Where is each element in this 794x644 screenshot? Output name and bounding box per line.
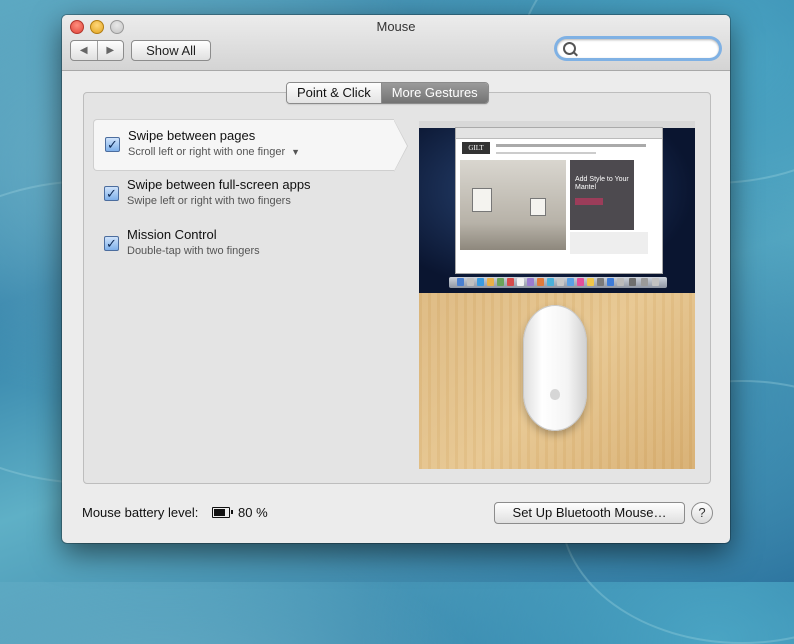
show-all-button[interactable]: Show All	[131, 40, 211, 61]
search-field[interactable]	[557, 39, 719, 58]
gesture-option-dropdown[interactable]: Scroll left or right with one finger ▼	[128, 146, 300, 158]
dock-icon	[597, 278, 604, 286]
preview-ad-headline: Add Style to Your Mantel	[575, 176, 629, 191]
preview-frame	[530, 198, 546, 216]
window-title: Mouse	[376, 19, 416, 34]
dock-icon	[577, 278, 584, 286]
dock-icon	[607, 278, 614, 286]
preview-frame	[472, 188, 492, 212]
dock-icon	[477, 278, 484, 286]
gesture-subtitle: Swipe left or right with two fingers	[127, 195, 291, 207]
apple-logo-icon	[550, 389, 560, 400]
chevron-right-icon: ▶	[106, 45, 115, 56]
dock-icon	[467, 278, 474, 286]
checkmark-icon: ✓	[106, 236, 117, 251]
dock-icon	[652, 278, 659, 286]
gesture-title: Swipe between full-screen apps	[127, 177, 311, 192]
gesture-preview-video: GILT Add Style to Your Mantel	[419, 121, 695, 469]
gesture-title: Swipe between pages	[128, 128, 256, 143]
dock-icon	[537, 278, 544, 286]
dock-icon	[457, 278, 464, 286]
battery-tip	[231, 510, 233, 514]
swipe-pages-checkbox[interactable]: ✓	[105, 137, 120, 152]
preview-dock	[449, 277, 667, 288]
tab-point-and-click[interactable]: Point & Click	[287, 83, 381, 103]
magic-mouse-image	[523, 305, 587, 431]
dock-icon	[629, 278, 636, 286]
mouse-preferences-window: Mouse ◀ ▶ Show All Point & Click More Ge…	[62, 15, 730, 543]
gesture-swipe-full-screen-apps[interactable]: ✓ Swipe between full-screen apps Swipe l…	[93, 169, 393, 219]
gesture-subtitle: Double-tap with two fingers	[127, 245, 260, 257]
preview-ad-panel: Add Style to Your Mantel	[570, 160, 634, 230]
tab-bar: Point & Click More Gestures	[286, 82, 489, 104]
preview-browser-window: GILT Add Style to Your Mantel	[455, 127, 663, 274]
dock-icon	[641, 278, 648, 286]
battery-level-label: Mouse battery level:	[82, 505, 199, 520]
search-icon	[563, 42, 576, 55]
dock-icon	[617, 278, 624, 286]
dock-icon	[557, 278, 564, 286]
gesture-title: Mission Control	[127, 227, 217, 242]
dock-icon	[567, 278, 574, 286]
dock-icon	[497, 278, 504, 286]
chevron-left-icon: ◀	[79, 45, 88, 56]
preview-hero-photo	[460, 160, 566, 250]
forward-button[interactable]: ▶	[96, 41, 124, 60]
preview-site-nav	[496, 144, 646, 147]
back-forward-group: ◀ ▶	[70, 40, 124, 61]
set-up-bluetooth-mouse-button[interactable]: Set Up Bluetooth Mouse…	[494, 502, 685, 524]
mission-control-checkbox[interactable]: ✓	[104, 236, 119, 251]
gesture-subtitle: Scroll left or right with one finger	[128, 146, 286, 158]
checkmark-icon: ✓	[107, 137, 118, 152]
gesture-swipe-between-pages[interactable]: ✓ Swipe between pages Scroll left or rig…	[93, 119, 408, 172]
back-button[interactable]: ◀	[71, 41, 97, 60]
preview-desktop: GILT Add Style to Your Mantel	[419, 121, 695, 293]
checkmark-icon: ✓	[106, 186, 117, 201]
dock-icon	[517, 278, 524, 286]
preview-ad-button	[575, 198, 603, 205]
dock-icon	[527, 278, 534, 286]
preview-thumbnails	[570, 232, 648, 254]
battery-icon	[212, 507, 230, 518]
dock-icon	[507, 278, 514, 286]
gesture-mission-control[interactable]: ✓ Mission Control Double-tap with two fi…	[93, 219, 393, 269]
preview-site-logo: GILT	[462, 142, 490, 154]
dock-icon	[587, 278, 594, 286]
swipe-apps-checkbox[interactable]: ✓	[104, 186, 119, 201]
title-bar: Mouse ◀ ▶ Show All	[62, 15, 730, 71]
triangle-down-icon: ▼	[291, 147, 301, 157]
preview-browser-toolbar	[456, 128, 662, 139]
preview-site-subnav	[496, 152, 596, 154]
battery-fill	[214, 509, 225, 516]
dock-icon	[547, 278, 554, 286]
tab-more-gestures[interactable]: More Gestures	[380, 83, 488, 103]
help-button[interactable]: ?	[691, 502, 713, 524]
gestures-panel: ✓ Swipe between pages Scroll left or rig…	[83, 92, 711, 484]
preview-desk-surface	[419, 293, 695, 469]
dock-icon	[487, 278, 494, 286]
search-input[interactable]	[579, 41, 713, 58]
battery-level-value: 80 %	[238, 505, 268, 520]
